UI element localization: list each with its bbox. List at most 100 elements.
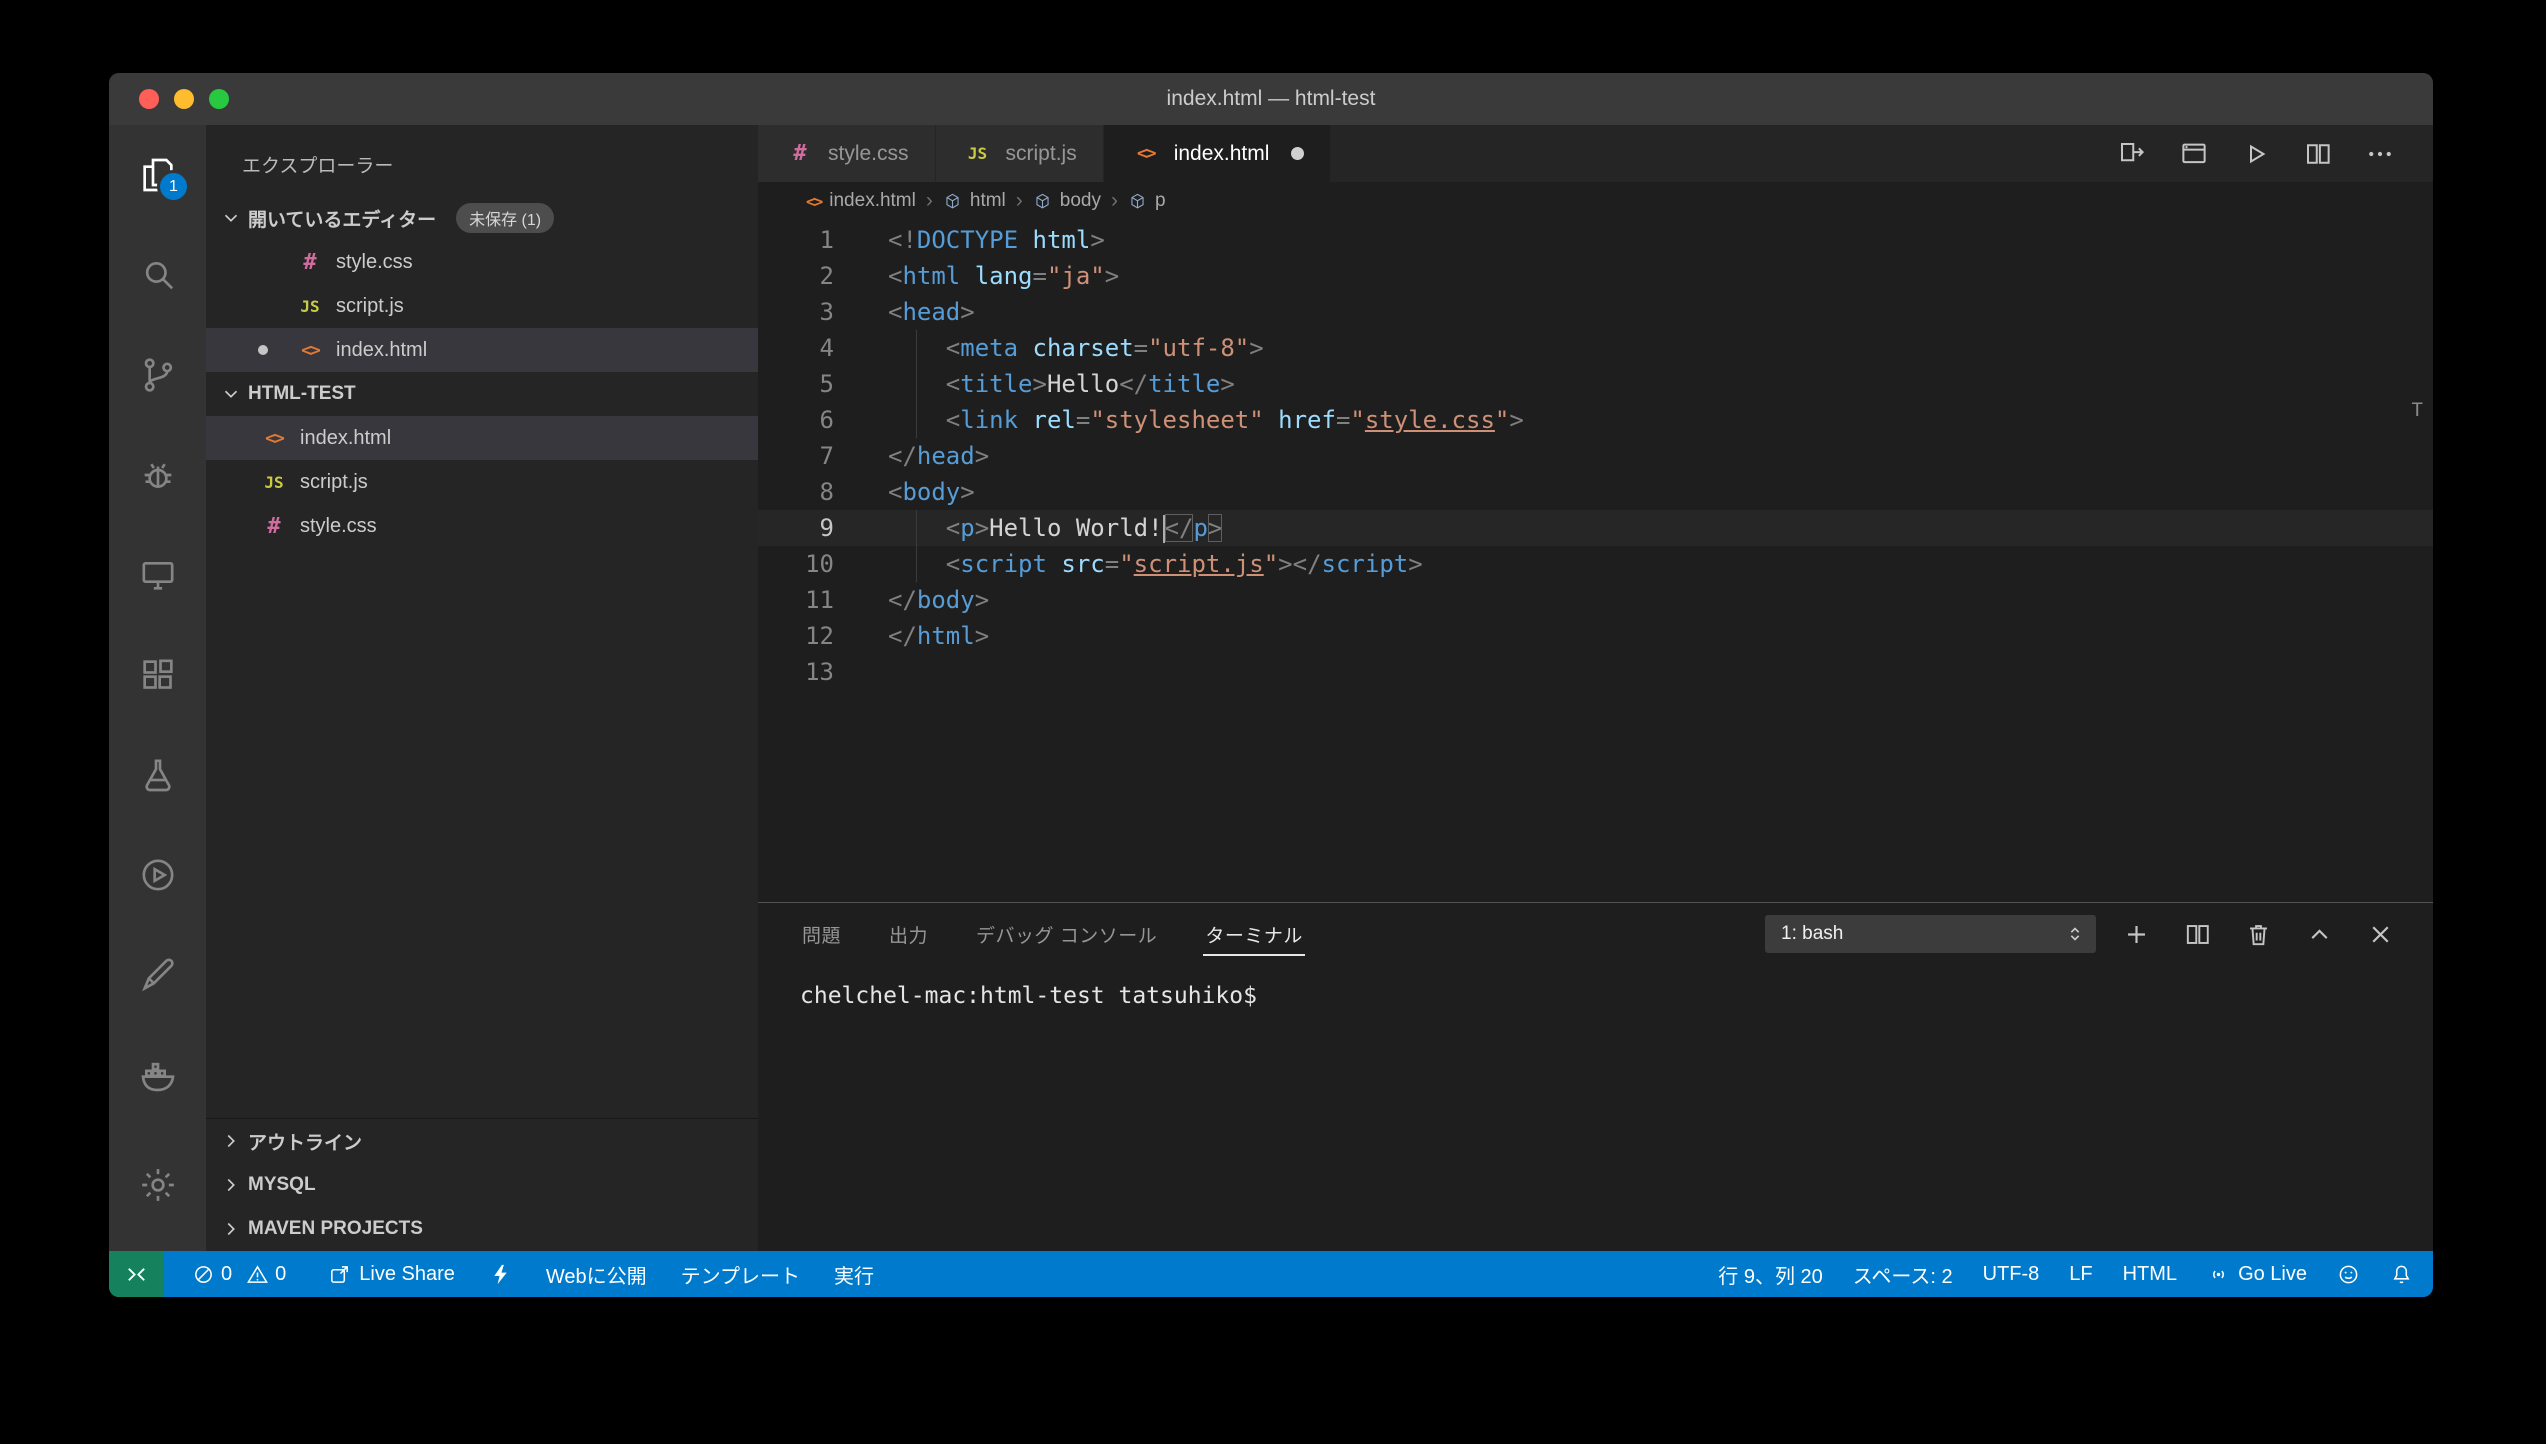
code-line[interactable]: 5 <title>Hello</title>: [758, 366, 2433, 402]
code-editor[interactable]: 1<!DOCTYPE html>2<html lang="ja">3<head>…: [758, 220, 2433, 902]
section-label: アウトライン: [248, 1128, 362, 1155]
terminal-select[interactable]: 1: bash: [1765, 915, 2096, 953]
open-editor-index-html[interactable]: <> index.html: [206, 328, 758, 372]
activity-docker[interactable]: [109, 1025, 206, 1125]
code-line[interactable]: 6 <link rel="stylesheet" href="style.css…: [758, 402, 2433, 438]
breadcrumb-p[interactable]: p: [1128, 190, 1166, 212]
folder-header[interactable]: HTML-TEST: [206, 372, 758, 416]
modified-dot-icon[interactable]: [1291, 147, 1304, 160]
code-line[interactable]: 8<body>: [758, 474, 2433, 510]
panel-tab-problems[interactable]: 問題: [800, 913, 843, 956]
activity-debug[interactable]: [109, 425, 206, 525]
vscode-window: index.html — html-test 1: [109, 73, 2433, 1297]
run-label: 実行: [834, 1260, 874, 1289]
indentation-status[interactable]: スペース: 2: [1853, 1260, 1953, 1289]
open-editor-script-js[interactable]: JS script.js: [206, 284, 758, 328]
activity-settings[interactable]: [109, 1135, 206, 1235]
run-icon[interactable]: [2241, 139, 2271, 169]
eol-status[interactable]: LF: [2069, 1263, 2092, 1286]
minimize-window-button[interactable]: [174, 89, 194, 109]
tab-script-js[interactable]: JS script.js: [936, 125, 1104, 182]
file-label: style.css: [300, 515, 377, 538]
code-line[interactable]: 4 <meta charset="utf-8">: [758, 330, 2433, 366]
trash-icon[interactable]: [2244, 920, 2273, 949]
code-line[interactable]: 9 <p>Hello World!</p>: [758, 510, 2433, 546]
breadcrumb-label: index.html: [829, 190, 916, 212]
code-line[interactable]: 10 <script src="script.js"></script>: [758, 546, 2433, 582]
open-changes-icon[interactable]: [2117, 139, 2147, 169]
code-line[interactable]: 1<!DOCTYPE html>: [758, 222, 2433, 258]
chevron-right-icon: [220, 1218, 242, 1240]
explorer-badge: 1: [157, 170, 190, 203]
warning-count: 0: [275, 1263, 286, 1286]
run-status[interactable]: 実行: [834, 1260, 874, 1289]
section-outline[interactable]: アウトライン: [206, 1119, 758, 1163]
more-actions-icon[interactable]: [2365, 139, 2395, 169]
language-mode-status[interactable]: HTML: [2123, 1263, 2177, 1286]
code-line[interactable]: 7</head>: [758, 438, 2433, 474]
cursor-position-status[interactable]: 行 9、列 20: [1718, 1260, 1822, 1289]
new-terminal-icon[interactable]: [2122, 920, 2151, 949]
activity-test[interactable]: [109, 725, 206, 825]
tab-style-css[interactable]: # style.css: [758, 125, 936, 182]
feedback-status[interactable]: [2337, 1263, 2360, 1286]
problems-status[interactable]: 0 0: [192, 1263, 294, 1286]
close-window-button[interactable]: [139, 89, 159, 109]
code-line[interactable]: 11</body>: [758, 582, 2433, 618]
publish-web-status[interactable]: Webに公開: [546, 1260, 647, 1289]
activity-edit[interactable]: [109, 925, 206, 1025]
bolt-icon: [489, 1263, 512, 1286]
line-number: 5: [758, 366, 834, 402]
tab-index-html[interactable]: <> index.html: [1104, 125, 1332, 182]
open-editors-header[interactable]: 開いているエディター 未保存 (1): [206, 196, 758, 240]
split-editor-icon[interactable]: [2303, 139, 2333, 169]
gear-icon: [138, 1165, 178, 1205]
html-file-icon: <>: [294, 340, 326, 361]
open-preview-icon[interactable]: [2179, 139, 2209, 169]
breadcrumb-label: body: [1060, 190, 1101, 212]
breadcrumb-file[interactable]: <> index.html: [806, 190, 916, 212]
open-editor-style-css[interactable]: # style.css: [206, 240, 758, 284]
breadcrumb-html[interactable]: html: [943, 190, 1006, 212]
code-line[interactable]: 13: [758, 654, 2433, 690]
activity-explorer[interactable]: 1: [109, 125, 206, 225]
file-index-html[interactable]: <> index.html: [206, 416, 758, 460]
status-bar: 0 0 Live Share Webに公開 テンプレート 実行: [109, 1251, 2433, 1297]
code-line[interactable]: 2<html lang="ja">: [758, 258, 2433, 294]
template-status[interactable]: テンプレート: [681, 1260, 800, 1289]
code-line[interactable]: 3<head>: [758, 294, 2433, 330]
activity-search[interactable]: [109, 225, 206, 325]
activity-source-control[interactable]: [109, 325, 206, 425]
panel-tab-output[interactable]: 出力: [887, 913, 930, 956]
line-number: 1: [758, 222, 834, 258]
notifications-status[interactable]: [2390, 1263, 2413, 1286]
smiley-icon: [2337, 1263, 2360, 1286]
terminal-output[interactable]: chelchel-mac:html-test tatsuhiko$: [758, 965, 2433, 1009]
bolt-status[interactable]: [489, 1263, 512, 1286]
breadcrumb-body[interactable]: body: [1033, 190, 1101, 212]
go-live-status[interactable]: Go Live: [2207, 1263, 2307, 1286]
encoding-status[interactable]: UTF-8: [1983, 1263, 2040, 1286]
line-number: 4: [758, 330, 834, 366]
panel-tab-terminal[interactable]: ターミナル: [1203, 913, 1305, 956]
code-line[interactable]: 12</html>: [758, 618, 2433, 654]
js-file-icon: JS: [258, 473, 290, 492]
breadcrumb-label: html: [970, 190, 1006, 212]
maximize-panel-icon[interactable]: [2305, 920, 2334, 949]
title-bar[interactable]: index.html — html-test: [109, 73, 2433, 125]
activity-remote-explorer[interactable]: [109, 525, 206, 625]
close-panel-icon[interactable]: [2366, 920, 2395, 949]
live-share-status[interactable]: Live Share: [328, 1263, 455, 1286]
section-mysql[interactable]: MYSQL: [206, 1163, 758, 1207]
warning-icon: [246, 1263, 269, 1286]
line-number: 7: [758, 438, 834, 474]
activity-run-circle[interactable]: [109, 825, 206, 925]
file-style-css[interactable]: # style.css: [206, 504, 758, 548]
split-terminal-icon[interactable]: [2183, 920, 2212, 949]
activity-extensions[interactable]: [109, 625, 206, 725]
panel-tab-debug-console[interactable]: デバッグ コンソール: [974, 913, 1159, 956]
file-script-js[interactable]: JS script.js: [206, 460, 758, 504]
remote-indicator[interactable]: [109, 1251, 164, 1297]
section-maven-projects[interactable]: MAVEN PROJECTS: [206, 1207, 758, 1251]
zoom-window-button[interactable]: [209, 89, 229, 109]
